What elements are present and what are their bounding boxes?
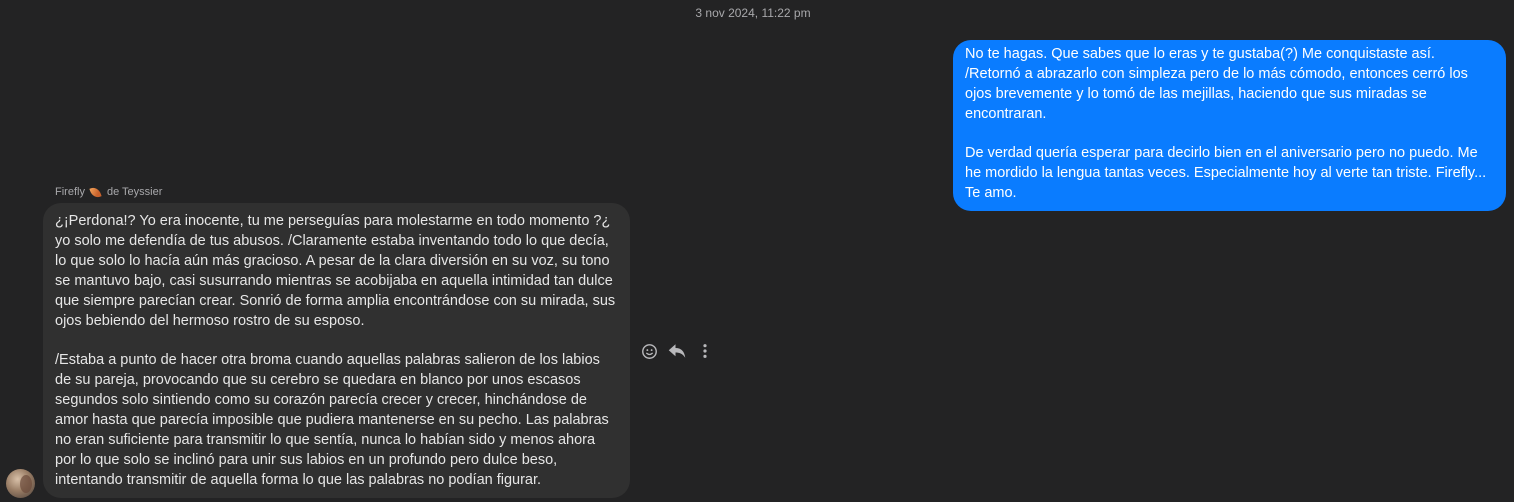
sender-name: Firefly de Teyssier bbox=[55, 185, 163, 199]
outgoing-message-bubble[interactable]: No te hagas. Que sabes que lo eras y te … bbox=[953, 40, 1506, 211]
smiley-react-icon bbox=[641, 343, 657, 359]
react-button[interactable] bbox=[639, 341, 659, 361]
more-options-button[interactable] bbox=[695, 341, 715, 361]
incoming-message-bubble[interactable]: ¿¡Perdona!? Yo era inocente, tu me perse… bbox=[43, 203, 630, 498]
sender-first-name: Firefly bbox=[55, 186, 85, 198]
sender-avatar[interactable] bbox=[6, 469, 35, 498]
reply-icon bbox=[668, 344, 686, 358]
incoming-message-paragraph: ¿¡Perdona!? Yo era inocente, tu me perse… bbox=[55, 213, 616, 329]
more-options-icon bbox=[703, 344, 707, 358]
message-action-bar bbox=[639, 341, 723, 361]
incoming-message-paragraph: /Estaba a punto de hacer otra broma cuan… bbox=[55, 352, 609, 488]
sender-last-name: de Teyssier bbox=[106, 186, 163, 198]
conversation-timestamp: 3 nov 2024, 11:22 pm bbox=[695, 6, 811, 20]
chat-thread: 3 nov 2024, 11:22 pm No te hagas. Que sa… bbox=[0, 0, 1514, 502]
outgoing-message-paragraph: No te hagas. Que sabes que lo eras y te … bbox=[965, 46, 1468, 122]
reply-button[interactable] bbox=[667, 341, 687, 361]
flame-emoji-icon bbox=[89, 185, 102, 199]
outgoing-message-paragraph: De verdad quería esperar para decirlo bi… bbox=[965, 145, 1487, 201]
